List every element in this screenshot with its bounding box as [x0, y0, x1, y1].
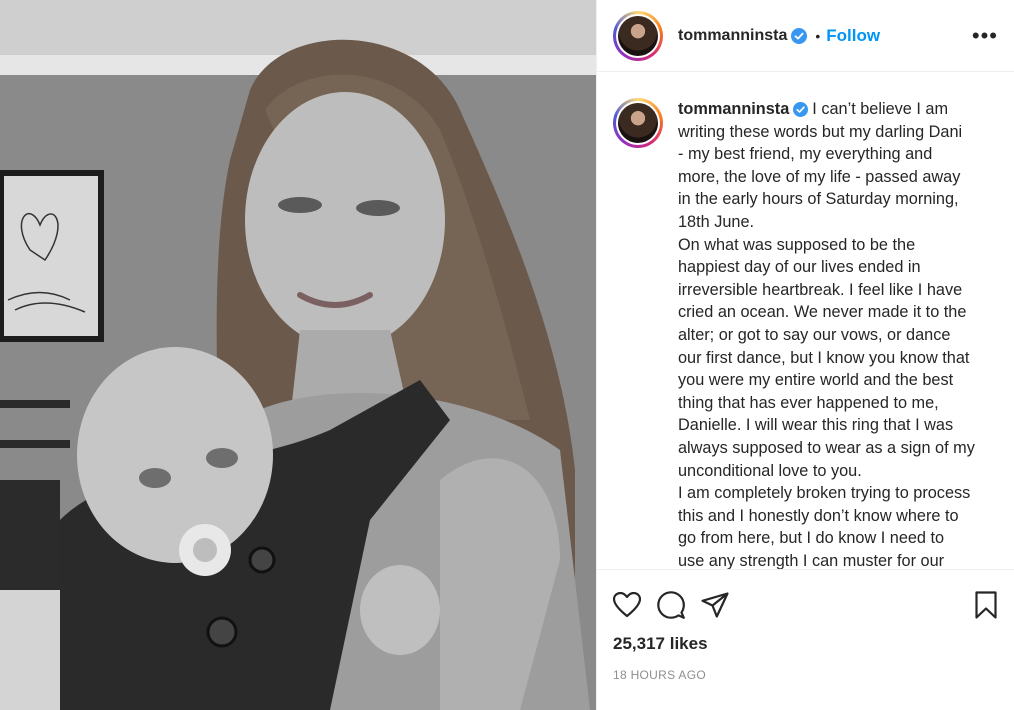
caption-line: cried an ocean. We never made it to the [678, 303, 967, 322]
caption-line: irreversible heartbreak. I feel like I h… [678, 280, 963, 299]
action-bar [613, 570, 998, 640]
post-side-panel: tommanninsta • Follow ••• tommanninsta I … [596, 0, 1014, 710]
comment-icon[interactable] [657, 591, 685, 619]
caption-line: unconditional love to you. [678, 461, 862, 480]
avatar-image [618, 15, 658, 56]
heart-icon[interactable] [613, 592, 641, 618]
share-icon[interactable] [701, 592, 729, 618]
likes-count[interactable]: 25,317 likes [613, 634, 998, 654]
bookmark-icon[interactable] [974, 591, 998, 619]
caption-line: you were my entire world and the best [678, 371, 954, 390]
caption-avatar[interactable] [613, 98, 663, 148]
caption-line: more, the love of my life - passed away [678, 167, 961, 186]
avatar[interactable] [613, 10, 663, 61]
caption-area[interactable]: tommanninsta I can’t believe I am writing… [597, 72, 1014, 569]
post-timestamp[interactable]: 18 HOURS AGO [613, 668, 998, 682]
caption-line: alter; or got to say our vows, or dance [678, 325, 951, 344]
more-options-icon[interactable]: ••• [972, 24, 998, 47]
post-photo[interactable] [0, 0, 596, 710]
caption-line: our first dance, but I know you know tha… [678, 348, 970, 367]
caption-line: use any strength I can muster for our [678, 551, 945, 569]
caption-username[interactable]: tommanninsta [678, 100, 789, 118]
photo-illustration [0, 0, 596, 710]
avatar-inner [616, 13, 660, 58]
caption-line-text: I can’t believe I am [812, 100, 949, 118]
caption-avatar-image [618, 103, 658, 143]
caption-line: tommanninsta I can’t believe I am [678, 98, 998, 121]
verified-badge-icon [791, 27, 808, 44]
follow-button[interactable]: Follow [826, 26, 880, 46]
caption-avatar-inner [616, 101, 660, 145]
caption-line: Danielle. I will wear this ring that I w… [678, 416, 954, 435]
instagram-post: tommanninsta • Follow ••• tommanninsta I … [0, 0, 1014, 710]
caption-line: writing these words but my darling Dani [678, 122, 963, 141]
caption-line: On what was supposed to be the [678, 235, 916, 254]
caption-line: this and I honestly don’t know where to [678, 506, 959, 525]
caption-line: go from here, but I do know I need to [678, 529, 945, 548]
caption-line: 18th June. [678, 212, 755, 231]
caption-text: tommanninsta I can’t believe I am writing… [678, 98, 998, 569]
caption-line: - my best friend, my everything and [678, 145, 933, 164]
post-footer: 25,317 likes 18 HOURS AGO [597, 569, 1014, 710]
post-header: tommanninsta • Follow ••• [597, 0, 1014, 72]
caption-line: I am completely broken trying to process [678, 484, 971, 503]
caption-line: thing that has ever happened to me, [678, 393, 939, 412]
caption-line: happiest day of our lives ended in [678, 258, 921, 277]
caption-line: in the early hours of Saturday morning, [678, 190, 959, 209]
verified-badge-icon [793, 102, 809, 118]
caption-line: always supposed to wear as a sign of my [678, 438, 975, 457]
header-username[interactable]: tommanninsta [678, 27, 787, 45]
separator-dot: • [815, 27, 821, 44]
